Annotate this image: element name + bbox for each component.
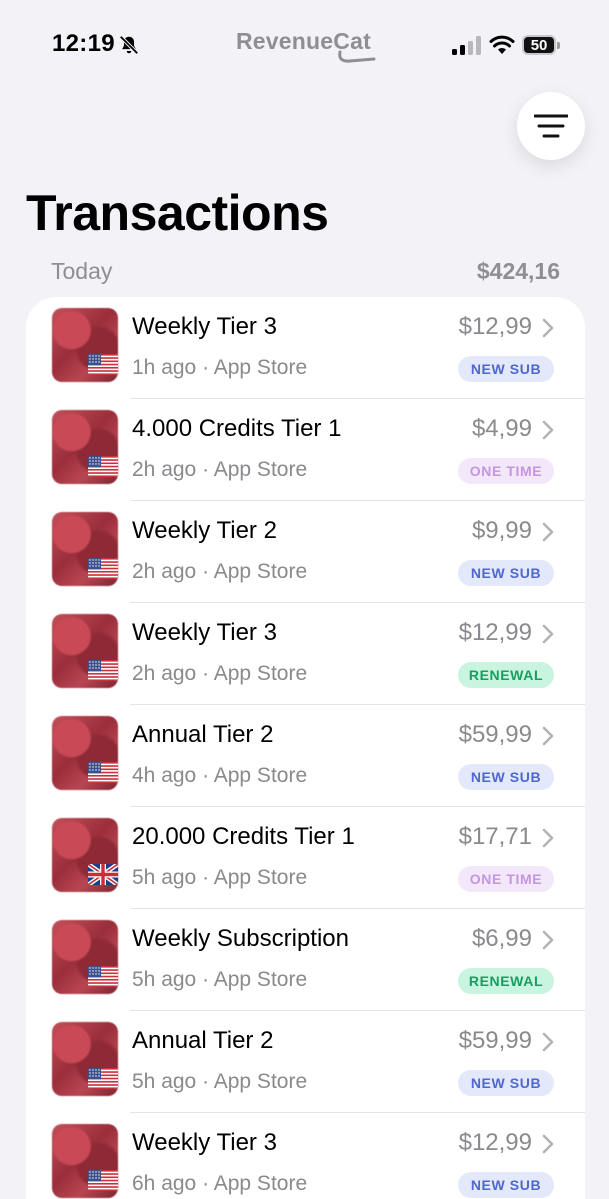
wifi-icon xyxy=(489,35,515,54)
transaction-row[interactable]: Annual Tier 2 4h ago · App Store $59,99 … xyxy=(26,705,585,807)
chevron-right-icon xyxy=(542,522,554,542)
battery-level: 50 xyxy=(522,35,557,55)
chevron-right-icon xyxy=(542,1032,554,1052)
battery-icon: 50 xyxy=(522,35,560,55)
us-flag-icon xyxy=(88,456,118,477)
transaction-type-badge: NEW SUB xyxy=(458,764,554,790)
us-flag-icon xyxy=(88,1170,118,1191)
filter-menu-icon xyxy=(534,114,568,138)
transaction-price: $17,71 xyxy=(458,823,532,850)
bell-off-icon xyxy=(119,35,139,55)
transaction-title: Weekly Tier 3 xyxy=(132,1129,277,1156)
chevron-right-icon xyxy=(542,930,554,950)
transaction-row[interactable]: 20.000 Credits Tier 1 5h ago · App Store… xyxy=(26,807,585,909)
us-flag-icon xyxy=(88,762,118,783)
chevron-right-icon xyxy=(542,726,554,746)
transaction-type-badge: NEW SUB xyxy=(458,560,554,586)
transaction-row[interactable]: Weekly Tier 3 6h ago · App Store $12,99 … xyxy=(26,1113,585,1199)
transaction-row[interactable]: 4.000 Credits Tier 1 2h ago · App Store … xyxy=(26,399,585,501)
transaction-price: $4,99 xyxy=(471,415,532,442)
transaction-title: Weekly Tier 3 xyxy=(132,619,277,646)
chevron-right-icon xyxy=(542,828,554,848)
brand-swoosh-icon xyxy=(338,50,376,63)
us-flag-icon xyxy=(88,558,118,579)
transaction-row[interactable]: Weekly Tier 2 2h ago · App Store $9,99 N… xyxy=(26,501,585,603)
transaction-price: $9,99 xyxy=(471,517,532,544)
transaction-subtitle: 1h ago · App Store xyxy=(132,356,308,379)
transaction-type-badge: RENEWAL xyxy=(458,968,554,994)
page-title: Transactions xyxy=(26,185,329,241)
transaction-type-badge: ONE TIME xyxy=(458,458,554,484)
section-label: Today xyxy=(51,258,113,284)
transaction-price: $6,99 xyxy=(471,925,532,952)
transactions-list: Weekly Tier 3 1h ago · App Store $12,99 … xyxy=(26,297,585,1199)
transaction-price: $12,99 xyxy=(458,1129,532,1156)
transaction-subtitle: 5h ago · App Store xyxy=(132,866,308,889)
transaction-row[interactable]: Weekly Tier 3 1h ago · App Store $12,99 … xyxy=(26,297,585,399)
us-flag-icon xyxy=(88,660,118,681)
chevron-right-icon xyxy=(542,624,554,644)
section-header: Today $424,16 xyxy=(51,258,560,285)
transaction-price: $12,99 xyxy=(458,313,532,340)
transaction-title: Weekly Tier 2 xyxy=(132,517,277,544)
transaction-title: Weekly Subscription xyxy=(132,925,349,952)
transaction-type-badge: NEW SUB xyxy=(458,356,554,382)
transaction-title: Weekly Tier 3 xyxy=(132,313,277,340)
transaction-price: $12,99 xyxy=(458,619,532,646)
chevron-right-icon xyxy=(542,1134,554,1154)
status-time: 12:19 xyxy=(52,30,115,57)
chevron-right-icon xyxy=(542,420,554,440)
transaction-subtitle: 6h ago · App Store xyxy=(132,1172,308,1195)
transaction-subtitle: 4h ago · App Store xyxy=(132,764,308,787)
transaction-type-badge: NEW SUB xyxy=(458,1070,554,1096)
transaction-row[interactable]: Weekly Subscription 5h ago · App Store $… xyxy=(26,909,585,1011)
transaction-title: 20.000 Credits Tier 1 xyxy=(132,823,355,850)
transaction-subtitle: 5h ago · App Store xyxy=(132,968,308,991)
transaction-price: $59,99 xyxy=(458,1027,532,1054)
transaction-row[interactable]: Weekly Tier 3 2h ago · App Store $12,99 … xyxy=(26,603,585,705)
transaction-title: 4.000 Credits Tier 1 xyxy=(132,415,342,442)
uk-flag-icon xyxy=(88,864,118,885)
chevron-right-icon xyxy=(542,318,554,338)
transaction-title: Annual Tier 2 xyxy=(132,1027,274,1054)
status-bar: 12:19 RevenueCat 50 xyxy=(0,0,609,92)
transaction-subtitle: 5h ago · App Store xyxy=(132,1070,308,1093)
transaction-price: $59,99 xyxy=(458,721,532,748)
menu-button[interactable] xyxy=(517,92,585,160)
transaction-type-badge: NEW SUB xyxy=(458,1172,554,1198)
us-flag-icon xyxy=(88,966,118,987)
transaction-subtitle: 2h ago · App Store xyxy=(132,458,308,481)
transaction-subtitle: 2h ago · App Store xyxy=(132,662,308,685)
cellular-signal-icon xyxy=(452,36,481,55)
transaction-row[interactable]: Annual Tier 2 5h ago · App Store $59,99 … xyxy=(26,1011,585,1113)
section-total: $424,16 xyxy=(476,258,560,284)
transaction-title: Annual Tier 2 xyxy=(132,721,274,748)
transaction-type-badge: RENEWAL xyxy=(458,662,554,688)
transaction-subtitle: 2h ago · App Store xyxy=(132,560,308,583)
us-flag-icon xyxy=(88,1068,118,1089)
us-flag-icon xyxy=(88,354,118,375)
transaction-type-badge: ONE TIME xyxy=(458,866,554,892)
